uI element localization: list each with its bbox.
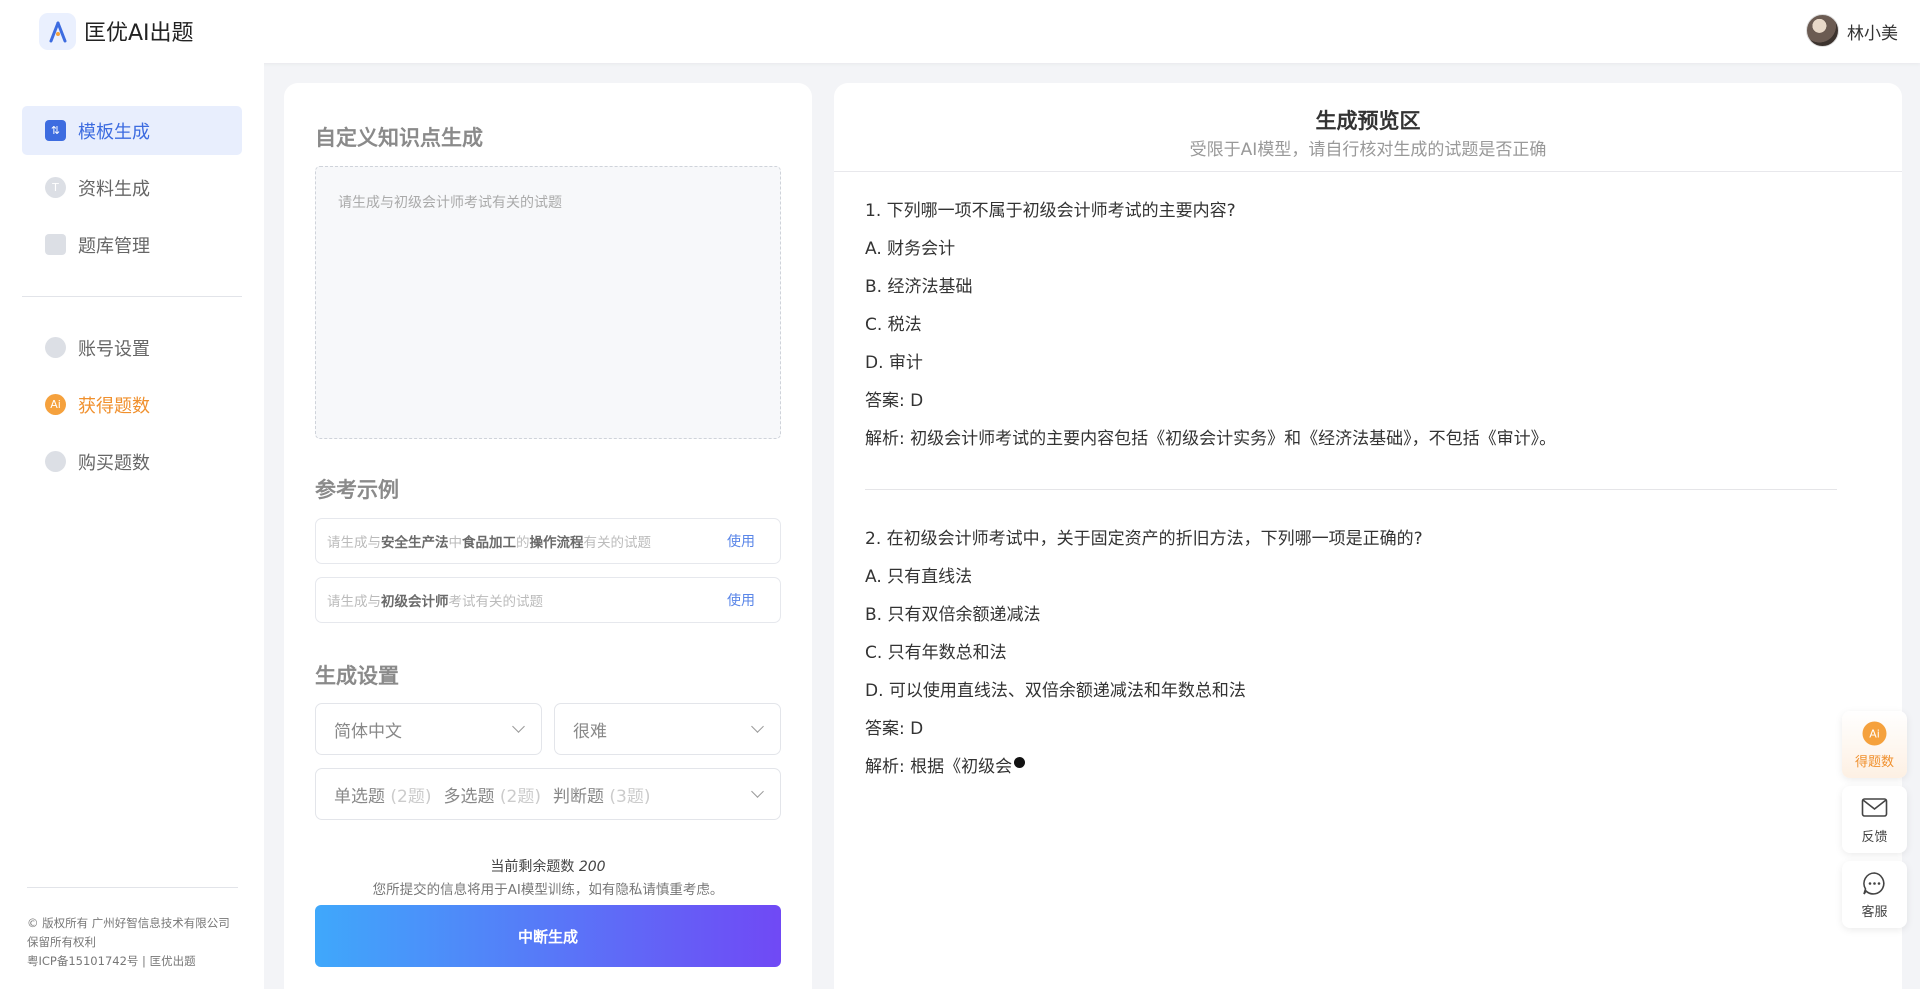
stop-generation-button[interactable]: 中断生成 (315, 905, 781, 967)
question-block: 2. 在初级会计师考试中，关于固定资产的折旧方法，下列哪一项是正确的? A. 只… (865, 520, 1423, 786)
example-text: 请生成与初级会计师考试有关的试题 (327, 594, 543, 610)
template-icon: ⇅ (45, 120, 66, 141)
ai-coin-icon: Ai (45, 394, 66, 415)
example-text: 请生成与安全生产法中食品加工的操作流程有关的试题 (327, 535, 651, 551)
knowledge-input[interactable]: 请生成与初级会计师考试有关的试题 (315, 166, 781, 439)
option-c: C. 只有年数总和法 (865, 643, 1007, 663)
question-type-select[interactable]: 单选题 (2题) 多选题 (2题) 判断题 (3题) (315, 768, 781, 820)
custom-knowledge-title: 自定义知识点生成 (315, 126, 483, 150)
library-icon (45, 234, 66, 255)
question-text: 1. 下列哪一项不属于初级会计师考试的主要内容? (865, 201, 1236, 221)
app-logo-icon[interactable] (39, 13, 76, 50)
preview-card: 生成预览区 受限于AI模型，请自行核对生成的试题是否正确 1. 下列哪一项不属于… (834, 83, 1902, 989)
question-type-single: 单选题 (2题) (334, 786, 432, 807)
question-type-judge: 判断题 (3题) (553, 786, 651, 807)
preview-title: 生成预览区 (1315, 109, 1421, 133)
option-a: A. 只有直线法 (865, 567, 973, 587)
sidebar-item-label: 获得题数 (78, 395, 150, 417)
sidebar-item-library[interactable]: 题库管理 (22, 220, 242, 269)
sidebar-divider (22, 296, 242, 297)
question-type-multi: 多选题 (2题) (443, 786, 542, 807)
footer-divider (27, 887, 238, 888)
chevron-down-icon (512, 720, 525, 733)
language-select[interactable]: 简体中文 (315, 703, 542, 755)
privacy-note: 您所提交的信息将用于AI模型训练，如有隐私请慎重考虑。 (372, 882, 724, 898)
sidebar-item-template[interactable]: ⇅ 模板生成 (22, 106, 242, 155)
rights-line: 保留所有权利 (27, 935, 96, 949)
language-value: 简体中文 (334, 721, 402, 742)
mail-icon (1861, 795, 1888, 822)
use-example-button[interactable]: 使用 (727, 531, 755, 551)
sidebar-item-label: 题库管理 (78, 235, 150, 257)
preview-divider (834, 171, 1902, 172)
sidebar-item-get-count[interactable]: Ai 获得题数 (22, 380, 242, 429)
preview-subtitle: 受限于AI模型，请自行核对生成的试题是否正确 (1189, 140, 1547, 160)
question-block: 1. 下列哪一项不属于初级会计师考试的主要内容? A. 财务会计 B. 经济法基… (865, 192, 1556, 458)
example-item: 请生成与初级会计师考试有关的试题 使用 (315, 577, 781, 623)
use-example-button[interactable]: 使用 (727, 590, 755, 610)
question-separator (865, 489, 1837, 490)
feedback-label: 反馈 (1861, 829, 1888, 845)
chevron-down-icon (751, 720, 764, 733)
difficulty-select[interactable]: 很难 (554, 703, 781, 755)
remaining-count: 当前剩余题数 200 (490, 859, 606, 875)
icp-line[interactable]: 粤ICP备15101742号 | 匡优出题 (27, 952, 230, 971)
typing-cursor-icon (1014, 757, 1026, 768)
svg-text:Ai: Ai (1869, 727, 1880, 740)
username[interactable]: 林小美 (1847, 19, 1898, 44)
question-text: 2. 在初级会计师考试中，关于固定资产的折旧方法，下列哪一项是正确的? (865, 529, 1423, 549)
sidebar-item-label: 资料生成 (78, 178, 150, 200)
difficulty-value: 很难 (573, 721, 607, 742)
sidebar-item-label: 购买题数 (78, 452, 150, 474)
sidebar-item-buy-count[interactable]: 购买题数 (22, 437, 242, 486)
top-header: 匡优AI出题 林小美 (0, 0, 1920, 63)
service-label: 客服 (1861, 904, 1888, 920)
option-d: D. 可以使用直线法、双倍余额递减法和年数总和法 (865, 681, 1246, 701)
settings-title: 生成设置 (315, 664, 399, 688)
generation-form-card: 自定义知识点生成 请生成与初级会计师考试有关的试题 参考示例 请生成与安全生产法… (284, 83, 812, 989)
example-item: 请生成与安全生产法中食品加工的操作流程有关的试题 使用 (315, 518, 781, 564)
copyright-line: © 版权所有 广州好智信息技术有限公司 (27, 916, 230, 930)
app-title[interactable]: 匡优AI出题 (84, 15, 194, 47)
sidebar-item-account[interactable]: 账号设置 (22, 323, 242, 372)
service-float-button[interactable]: 客服 (1842, 861, 1907, 928)
user-avatar[interactable] (1806, 14, 1839, 47)
option-c: C. 税法 (865, 315, 922, 335)
copyright-footer: © 版权所有 广州好智信息技术有限公司 保留所有权利 粤ICP备15101742… (27, 914, 230, 971)
diamond-icon (45, 451, 66, 472)
get-count-float-button[interactable]: Ai 得题数 (1842, 711, 1907, 778)
answer-text: 答案: D (865, 391, 924, 411)
option-b: B. 只有双倍余额递减法 (865, 605, 1041, 625)
answer-text: 答案: D (865, 719, 924, 739)
option-b: B. 经济法基础 (865, 277, 973, 297)
analysis-text: 解析: 根据《初级会 (865, 748, 1423, 786)
examples-title: 参考示例 (315, 478, 399, 502)
sidebar-item-material[interactable]: T 资料生成 (22, 163, 242, 212)
option-a: A. 财务会计 (865, 239, 956, 259)
sidebar-item-label: 账号设置 (78, 338, 150, 360)
get-count-label: 得题数 (1854, 754, 1894, 770)
feedback-float-button[interactable]: 反馈 (1842, 786, 1907, 853)
document-icon: T (45, 177, 66, 198)
option-d: D. 审计 (865, 353, 923, 373)
user-icon (45, 337, 66, 358)
sidebar: ⇅ 模板生成 T 资料生成 题库管理 账号设置 Ai 获得题数 购买题数 (0, 63, 264, 989)
sidebar-item-label: 模板生成 (78, 121, 150, 143)
ai-coin-icon: Ai (1861, 720, 1888, 747)
analysis-text: 解析: 初级会计师考试的主要内容包括《初级会计实务》和《经济法基础》，不包括《审… (865, 429, 1557, 449)
chevron-down-icon (751, 785, 764, 798)
chat-bubble-icon (1861, 870, 1888, 897)
